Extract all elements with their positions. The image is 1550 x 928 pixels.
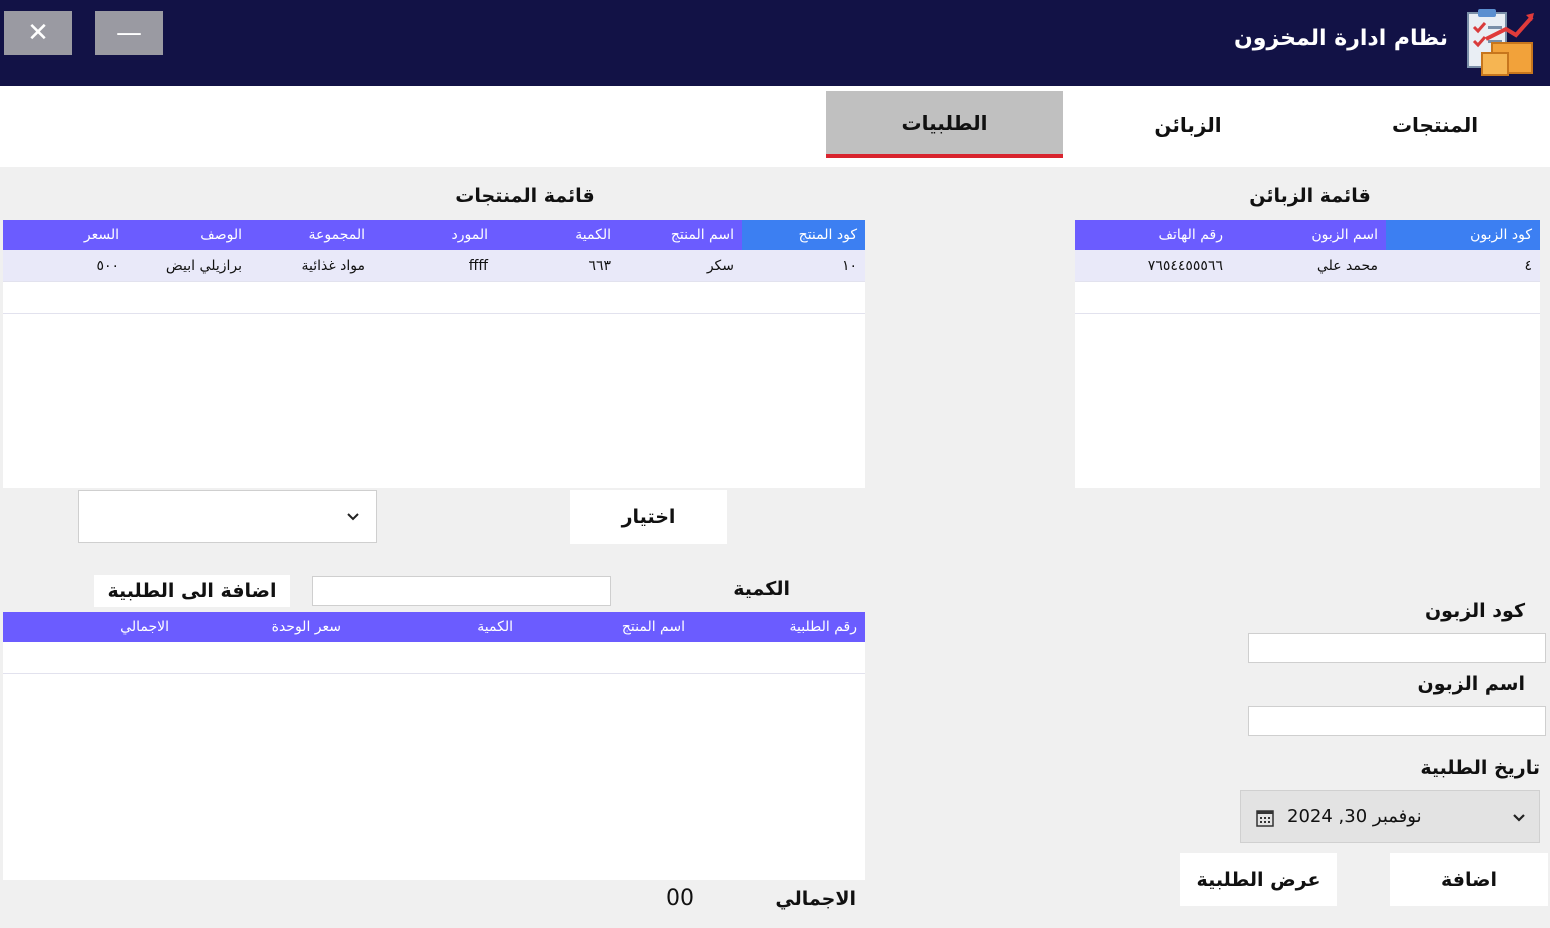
quantity-input[interactable] [312,576,611,606]
column-header-phone[interactable]: رقم الهاتف [1075,220,1231,250]
table-row-empty[interactable] [3,642,865,674]
column-header-quantity[interactable]: الكمية [349,612,521,642]
customer-name-input[interactable] [1248,706,1546,736]
order-items-grid-header: رقم الطلبية اسم المنتج الكمية سعر الوحدة… [3,612,865,642]
tab-customers[interactable]: الزبائن [1070,91,1306,158]
total-value: 00 [666,886,694,911]
close-icon: ✕ [27,18,49,48]
column-header-customer-name[interactable]: اسم الزبون [1231,220,1386,250]
order-date-picker[interactable]: نوفمبر 30, 2024 [1240,790,1540,843]
column-header-customer-code[interactable]: كود الزبون [1386,220,1540,250]
cell-product-code: ١٠ [841,257,857,274]
column-header-product-name[interactable]: اسم المنتج [619,220,742,250]
customer-code-input[interactable] [1248,633,1546,663]
tab-bar: المنتجات الزبائن الطلبيات [0,86,1550,167]
product-select-dropdown[interactable] [78,490,377,543]
customer-name-label: اسم الزبون [1417,673,1525,695]
tab-customers-label: الزبائن [1154,112,1222,137]
order-items-grid[interactable]: رقم الطلبية اسم المنتج الكمية سعر الوحدة… [3,612,865,880]
inventory-logo-icon [1467,9,1534,76]
cell-customer-name: محمد علي [1316,257,1378,274]
column-header-price[interactable]: السعر [3,220,127,250]
column-header-product-code[interactable]: كود المنتج [742,220,865,250]
customers-grid-header: كود الزبون اسم الزبون رقم الهاتف [1075,220,1540,250]
products-grid[interactable]: كود المنتج اسم المنتج الكمية المورد المج… [3,220,865,488]
cell-phone: ٧٦٥٤٤٥٥٥٦٦ [1147,257,1223,274]
order-date-value: نوفمبر 30, 2024 [1287,806,1422,827]
column-header-quantity[interactable]: الكمية [496,220,619,250]
order-date-label: تاريخ الطلبية [1420,757,1540,779]
total-label: الاجمالي [775,888,856,910]
column-header-order-number[interactable]: رقم الطلبية [693,612,865,642]
table-row-empty[interactable] [1075,282,1540,314]
column-header-line-total[interactable]: الاجمالي [3,612,177,642]
chevron-down-icon [347,513,359,521]
customers-grid[interactable]: كود الزبون اسم الزبون رقم الهاتف ٤ محمد … [1075,220,1540,488]
table-row[interactable]: ٤ محمد علي ٧٦٥٤٤٥٥٥٦٦ [1075,250,1540,282]
minimize-button[interactable]: — [95,11,163,55]
tab-orders-label: الطلبيات [901,110,988,135]
tab-orders[interactable]: الطلبيات [826,91,1063,158]
customers-list-title: قائمة الزبائن [1249,185,1371,207]
chevron-down-icon [1513,814,1525,822]
quantity-label: الكمية [733,578,790,600]
cell-group: مواد غذائية [301,257,366,274]
select-button[interactable]: اختيار [570,490,727,544]
minimize-icon: — [116,18,142,48]
column-header-product-name[interactable]: اسم المنتج [521,612,693,642]
cell-customer-code: ٤ [1524,257,1532,274]
column-header-group[interactable]: المجموعة [250,220,373,250]
tab-products[interactable]: المنتجات [1320,91,1550,158]
cell-price: ٥٠٠ [96,257,119,274]
tab-products-label: المنتجات [1391,112,1479,137]
cell-description: برازيلي ابيض [165,257,242,274]
column-header-description[interactable]: الوصف [127,220,250,250]
add-order-button[interactable]: اضافة [1390,853,1548,906]
title-bar: ✕ — نظام ادارة المخزون [0,0,1550,86]
column-header-supplier[interactable]: المورد [373,220,496,250]
table-row-empty[interactable] [3,282,865,314]
customer-code-label: كود الزبون [1424,600,1525,622]
close-button[interactable]: ✕ [4,11,72,55]
cell-quantity: ٦٦٣ [588,257,611,274]
app-title: نظام ادارة المخزون [1234,26,1448,51]
cell-product-name: سكر [706,257,734,274]
column-header-unit-price[interactable]: سعر الوحدة [177,612,349,642]
cell-supplier: ffff [468,257,488,274]
table-row[interactable]: ١٠ سكر ٦٦٣ ffff مواد غذائية برازيلي ابيض… [3,250,865,282]
view-order-button[interactable]: عرض الطلبية [1180,853,1337,906]
products-list-title: قائمة المنتجات [455,185,595,207]
add-to-order-button[interactable]: اضافة الى الطلبية [94,575,290,607]
products-grid-header: كود المنتج اسم المنتج الكمية المورد المج… [3,220,865,250]
calendar-icon [1256,810,1274,827]
